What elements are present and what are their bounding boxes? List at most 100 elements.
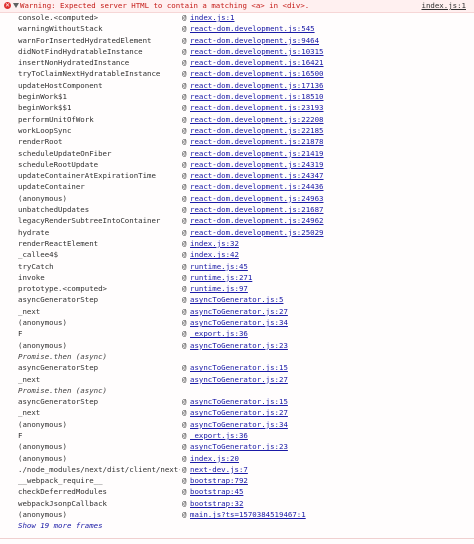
stack-frame: (anonymous) @ index.js:20: [0, 453, 474, 464]
frame-source-link[interactable]: main.js?ts=1570384519467:1: [190, 509, 306, 520]
stack-frame: (anonymous) @ react-dom.development.js:249…: [0, 193, 474, 204]
frame-source-link[interactable]: react-dom.development.js:24319: [190, 159, 324, 170]
stack-frame: asyncGeneratorStep @ asyncToGenerator.js:1…: [0, 396, 474, 407]
frame-source-link[interactable]: react-dom.development.js:24347: [190, 170, 324, 181]
stack-frame: beginWork$$1 @ react-dom.development.js:23…: [0, 102, 474, 113]
stack-frame: updateHostComponent @ react-dom.developmen…: [0, 80, 474, 91]
at-symbol: @: [182, 216, 187, 226]
frame-source-link[interactable]: asyncToGenerator.js:34: [190, 317, 288, 328]
frame-function-name: _callee4$: [18, 250, 59, 260]
stack-frame: _next @ asyncToGenerator.js:27: [0, 407, 474, 418]
frame-function-name: performUnitOfWork: [18, 114, 94, 124]
frame-source-link[interactable]: react-dom.development.js:22185: [190, 125, 324, 136]
frame-function-name: insertNonHydratedInstance: [18, 58, 130, 68]
frame-function-name: webpackJsonpCallback: [18, 498, 107, 508]
frame-source-link[interactable]: react-dom.development.js:21878: [190, 136, 324, 147]
frame-source-link[interactable]: react-dom.development.js:21687: [190, 204, 324, 215]
stack-frame: scheduleUpdateOnFiber @ react-dom.developm…: [0, 148, 474, 159]
at-symbol: @: [182, 476, 187, 486]
at-symbol: @: [182, 306, 187, 316]
frame-source-link[interactable]: react-dom.development.js:16421: [190, 57, 324, 68]
frame-source-link[interactable]: index.js:20: [190, 453, 239, 464]
stack-frame: (anonymous) @ asyncToGenerator.js:23: [0, 441, 474, 452]
frame-source-link[interactable]: react-dom.development.js:24962: [190, 215, 324, 226]
stack-frame: F @ _export.js:36: [0, 328, 474, 339]
stack-frame: webpackJsonpCallback @ bootstrap:32: [0, 498, 474, 509]
frame-source-link[interactable]: react-dom.development.js:23193: [190, 102, 324, 113]
frame-source-link[interactable]: bootstrap:45: [190, 486, 243, 497]
frame-source-link[interactable]: bootstrap:792: [190, 475, 248, 486]
frame-source-link[interactable]: react-dom.development.js:9464: [190, 35, 319, 46]
frame-source-link[interactable]: asyncToGenerator.js:27: [190, 306, 288, 317]
frame-source-link[interactable]: asyncToGenerator.js:15: [190, 362, 288, 373]
frame-function-name: console.<computed>: [18, 13, 99, 22]
frame-source-link[interactable]: react-dom.development.js:22208: [190, 114, 324, 125]
frame-function-name: asyncGeneratorStep: [18, 363, 99, 373]
frame-function-name: tryToClaimNextHydratableInstance: [18, 69, 161, 79]
frame-source-link[interactable]: asyncToGenerator.js:27: [190, 407, 288, 418]
frame-source-link[interactable]: asyncToGenerator.js:27: [190, 374, 288, 385]
frame-function-name: (anonymous): [18, 510, 67, 520]
frame-source-link[interactable]: runtime.js:45: [190, 261, 248, 272]
disclosure-triangle-icon[interactable]: [13, 3, 19, 8]
frame-source-link[interactable]: react-dom.development.js:17136: [190, 80, 324, 91]
stack-frame: legacyRenderSubtreeIntoContainer @ react-d…: [0, 215, 474, 226]
at-symbol: @: [182, 261, 187, 271]
frame-function-name: _next: [18, 408, 41, 418]
stack-frame: prototype.<computed> @ runtime.js:97: [0, 283, 474, 294]
frame-source-link[interactable]: react-dom.development.js:25029: [190, 227, 324, 238]
stack-frame: checkDeferredModules @ bootstrap:45: [0, 486, 474, 497]
frame-source-link[interactable]: next-dev.js:7: [190, 464, 248, 475]
frame-source-link[interactable]: runtime.js:271: [190, 272, 252, 283]
frame-source-link[interactable]: react-dom.development.js:16500: [190, 68, 324, 79]
frame-source-link[interactable]: react-dom.development.js:21419: [190, 148, 324, 159]
frame-source-link[interactable]: _export.js:36: [190, 328, 248, 339]
frame-source-link[interactable]: index.js:42: [190, 249, 239, 260]
at-symbol: @: [182, 114, 187, 124]
frame-source-link[interactable]: react-dom.development.js:24436: [190, 181, 324, 192]
stack-frame: console.<computed> @ index.js:1: [0, 12, 474, 23]
frame-source-link[interactable]: asyncToGenerator.js:23: [190, 340, 288, 351]
frame-function-name: (anonymous): [18, 318, 67, 328]
frame-source-link[interactable]: index.js:32: [190, 238, 239, 249]
frame-source-link[interactable]: asyncToGenerator.js:23: [190, 441, 288, 452]
frame-source-link[interactable]: asyncToGenerator.js:15: [190, 396, 288, 407]
stack-frame: ./node_modules/next/dist/client/next-dev…: [0, 464, 474, 475]
at-symbol: @: [182, 453, 187, 463]
frame-source-link[interactable]: runtime.js:97: [190, 283, 248, 294]
frame-source-link[interactable]: react-dom.development.js:18510: [190, 91, 324, 102]
frame-function-name: (anonymous): [18, 453, 67, 463]
at-symbol: @: [182, 329, 187, 339]
frame-source-link[interactable]: react-dom.development.js:545: [190, 23, 315, 34]
frame-source-link[interactable]: bootstrap:32: [190, 498, 243, 509]
frame-source-link[interactable]: react-dom.development.js:24963: [190, 193, 324, 204]
at-symbol: @: [182, 92, 187, 102]
frame-source-link[interactable]: asyncToGenerator.js:34: [190, 419, 288, 430]
stack-frame: scheduleRootUpdate @ react-dom.development…: [0, 159, 474, 170]
show-more-frames-link[interactable]: Show 19 more frames: [18, 520, 318, 531]
warning-source-link[interactable]: index.js:1: [422, 1, 467, 11]
stack-frame: warnForInsertedHydratedElement @ react-dom…: [0, 35, 474, 46]
console-warning-panel: ✕ Warning: Expected server HTML to conta…: [0, 0, 474, 544]
frame-function-name: renderRoot: [18, 137, 63, 147]
at-symbol: @: [182, 193, 187, 203]
at-symbol: @: [182, 487, 187, 497]
frame-function-name: (anonymous): [18, 340, 67, 350]
show-more-frames[interactable]: Show 19 more frames: [0, 520, 474, 531]
stack-frame: updateContainer @ react-dom.development.js…: [0, 181, 474, 192]
frame-function-name: scheduleUpdateOnFiber: [18, 148, 112, 158]
at-symbol: @: [182, 205, 187, 215]
stack-frame: hydrate @ react-dom.development.js:25029: [0, 227, 474, 238]
frame-function-name: F: [18, 430, 23, 440]
stack-frame: __webpack_require__ @ bootstrap:792: [0, 475, 474, 486]
at-symbol: @: [182, 159, 187, 169]
frame-source-link[interactable]: asyncToGenerator.js:5: [190, 294, 283, 305]
at-symbol: @: [182, 442, 187, 452]
stack-frame: asyncGeneratorStep @ asyncToGenerator.js:5: [0, 294, 474, 305]
frame-source-link[interactable]: react-dom.development.js:10315: [190, 46, 324, 57]
stack-frame: didNotFindHydratableInstance @ react-dom.d…: [0, 46, 474, 57]
frame-function-name: scheduleRootUpdate: [18, 159, 99, 169]
frame-source-link[interactable]: _export.js:36: [190, 430, 248, 441]
frame-source-link[interactable]: index.js:1: [190, 12, 235, 23]
stack-frame: _next @ asyncToGenerator.js:27: [0, 306, 474, 317]
